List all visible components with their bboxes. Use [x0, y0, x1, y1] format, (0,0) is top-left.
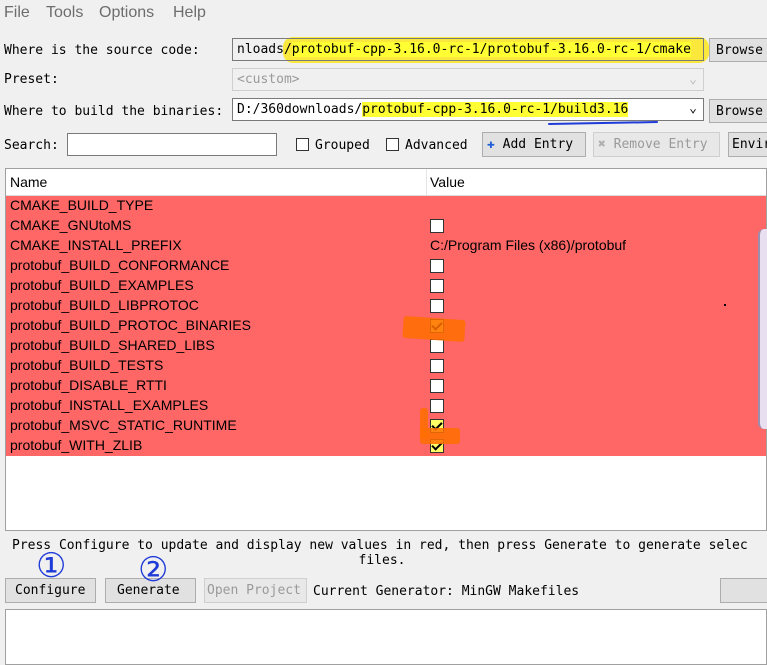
- row-name: CMAKE_BUILD_TYPE: [10, 197, 154, 213]
- row-value-checkbox[interactable]: [430, 339, 444, 353]
- row-value-checkbox[interactable]: [430, 279, 444, 293]
- remove-entry-button[interactable]: ✖ Remove Entry: [593, 132, 720, 157]
- table-row[interactable]: protobuf_MSVC_STATIC_RUNTIME: [6, 416, 766, 436]
- row-value-checkbox[interactable]: [430, 359, 444, 373]
- stray-dot: [724, 304, 726, 306]
- row-value-checkbox[interactable]: [430, 299, 444, 313]
- add-entry-button[interactable]: ✚ Add Entry: [482, 132, 586, 157]
- environment-button[interactable]: Envir: [728, 132, 767, 157]
- remove-entry-label: Remove Entry: [613, 137, 708, 152]
- menu-help[interactable]: Help: [173, 4, 206, 22]
- table-rows: CMAKE_BUILD_TYPE CMAKE_GNUtoMS CMAKE_INSTA…: [6, 196, 766, 456]
- table-row[interactable]: protobuf_BUILD_SHARED_LIBS: [6, 336, 766, 356]
- row-name: protobuf_BUILD_SHARED_LIBS: [10, 337, 215, 353]
- advanced-label: Advanced: [405, 138, 468, 153]
- search-input[interactable]: [67, 133, 277, 156]
- remove-icon: ✖: [598, 137, 606, 152]
- annotation-one: ①: [36, 546, 67, 586]
- menu-tools[interactable]: Tools: [46, 4, 83, 22]
- source-path-prefix: nloads/: [237, 42, 292, 57]
- plus-icon: ✚: [487, 137, 495, 152]
- cancel-button[interactable]: [720, 578, 767, 603]
- search-label: Search:: [4, 138, 59, 153]
- output-log[interactable]: [5, 609, 767, 665]
- table-row[interactable]: protobuf_BUILD_CONFORMANCE: [6, 256, 766, 276]
- open-project-button[interactable]: Open Project: [204, 578, 307, 603]
- table-row[interactable]: protobuf_BUILD_PROTOC_BINARIES: [6, 316, 766, 336]
- info-line-2: files.: [358, 553, 406, 568]
- row-name: protobuf_BUILD_PROTOC_BINARIES: [10, 317, 251, 333]
- row-name: protobuf_DISABLE_RTTI: [10, 377, 167, 393]
- row-value-checkbox[interactable]: [430, 219, 444, 233]
- annotation-two: ②: [138, 550, 169, 590]
- table-row[interactable]: protobuf_DISABLE_RTTI: [6, 376, 766, 396]
- scroll-edge-decoration: [758, 229, 767, 429]
- row-value-checkbox[interactable]: [430, 379, 444, 393]
- info-line-1: Press Configure to update and display ne…: [12, 538, 748, 553]
- chevron-down-icon: ⌄: [689, 101, 697, 116]
- row-value-checkbox[interactable]: [430, 399, 444, 413]
- pen-underline-mark: [547, 121, 659, 125]
- browse-source-button[interactable]: Browse: [709, 38, 767, 62]
- menu-options[interactable]: Options: [99, 4, 154, 22]
- table-row[interactable]: CMAKE_BUILD_TYPE: [6, 196, 766, 216]
- row-value-checkbox[interactable]: [430, 259, 444, 273]
- chevron-down-icon: ⌄: [689, 72, 697, 87]
- row-name: CMAKE_GNUtoMS: [10, 217, 132, 233]
- preset-value: <custom>: [237, 72, 300, 87]
- row-name: protobuf_INSTALL_EXAMPLES: [10, 397, 209, 413]
- table-row[interactable]: protobuf_BUILD_LIBPROTOC: [6, 296, 766, 316]
- build-path-select[interactable]: D:/360downloads/protobuf-cpp-3.16.0-rc-1…: [232, 98, 704, 121]
- row-name: protobuf_BUILD_TESTS: [10, 357, 164, 373]
- row-name: CMAKE_INSTALL_PREFIX: [10, 237, 182, 253]
- column-name-header[interactable]: Name: [10, 174, 47, 190]
- source-label: Where is the source code:: [4, 43, 200, 58]
- info-text: Press Configure to update and display ne…: [12, 538, 767, 568]
- build-path-prefix: D:/360downloads/: [237, 102, 363, 117]
- table-header: Name Value: [6, 169, 766, 196]
- browse-build-button[interactable]: Browse: [709, 99, 767, 123]
- row-name: protobuf_MSVC_STATIC_RUNTIME: [10, 417, 237, 433]
- add-entry-label: Add Entry: [502, 137, 574, 152]
- table-row[interactable]: CMAKE_GNUtoMS: [6, 216, 766, 236]
- table-row[interactable]: protobuf_INSTALL_EXAMPLES: [6, 396, 766, 416]
- table-row[interactable]: protobuf_BUILD_TESTS: [6, 356, 766, 376]
- table-row[interactable]: protobuf_BUILD_EXAMPLES: [6, 276, 766, 296]
- orange-marker-msvc: [420, 428, 460, 444]
- source-path-highlight: protobuf-cpp-3.16.0-rc-1/protobuf-3.16.0…: [291, 42, 691, 57]
- cache-table: Name Value CMAKE_BUILD_TYPE CMAKE_GNUtoMS…: [5, 168, 767, 531]
- source-path-input[interactable]: nloads/protobuf-cpp-3.16.0-rc-1/protobuf…: [232, 38, 704, 61]
- column-value-header[interactable]: Value: [430, 174, 465, 190]
- row-name: protobuf_BUILD_LIBPROTOC: [10, 297, 199, 313]
- table-row[interactable]: CMAKE_INSTALL_PREFIX C:/Program Files (x8…: [6, 236, 766, 256]
- preset-select[interactable]: <custom> ⌄: [232, 68, 704, 91]
- orange-marker-protoc: [402, 315, 466, 343]
- advanced-checkbox[interactable]: [386, 138, 399, 151]
- build-path-highlight: protobuf-cpp-3.16.0-rc-1/build3.16: [362, 102, 629, 117]
- menu-bar: File Tools Options Help: [0, 0, 767, 28]
- grouped-label: Grouped: [315, 138, 370, 153]
- table-row[interactable]: protobuf_WITH_ZLIB: [6, 436, 766, 456]
- current-generator: Current Generator: MinGW Makefiles: [313, 584, 580, 599]
- grouped-checkbox[interactable]: [296, 138, 309, 151]
- menu-file[interactable]: File: [4, 4, 30, 22]
- preset-label: Preset:: [4, 72, 59, 87]
- row-name: protobuf_BUILD_CONFORMANCE: [10, 257, 230, 273]
- row-value[interactable]: C:/Program Files (x86)/protobuf: [430, 237, 626, 253]
- row-name: protobuf_WITH_ZLIB: [10, 437, 143, 453]
- build-label: Where to build the binaries:: [4, 104, 224, 119]
- row-name: protobuf_BUILD_EXAMPLES: [10, 277, 194, 293]
